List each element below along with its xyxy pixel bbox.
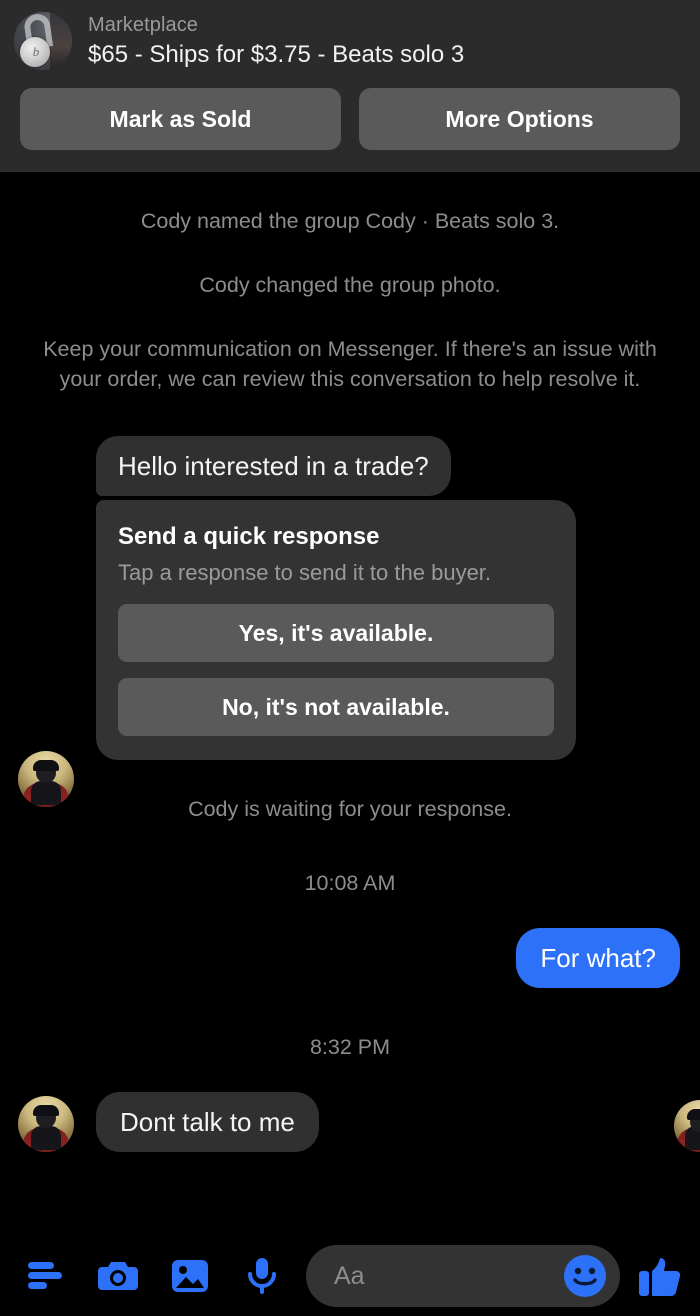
- listing-text-block: Marketplace $65 - Ships for $3.75 - Beat…: [88, 12, 464, 70]
- quick-response-option-no[interactable]: No, it's not available.: [118, 678, 554, 736]
- system-message-group-named: Cody named the group Cody · Beats solo 3…: [140, 209, 560, 233]
- incoming-message-group: Hello interested in a trade? Send a quic…: [0, 436, 700, 807]
- message-input-container[interactable]: [306, 1245, 620, 1307]
- avatar: [18, 1096, 74, 1152]
- incoming-message-row: Dont talk to me: [0, 1092, 700, 1152]
- listing-actions: Mark as Sold More Options: [0, 88, 700, 150]
- system-message-safety-notice: Keep your communication on Messenger. If…: [43, 337, 657, 391]
- message-bubble-outgoing[interactable]: For what?: [516, 928, 680, 988]
- avatar-torso: [31, 1126, 61, 1150]
- outgoing-message-row: For what?: [0, 928, 700, 988]
- avatar-cap: [33, 1105, 59, 1116]
- messenger-screen: You're not connected to 1 member. Cody n…: [0, 0, 700, 1316]
- avatar-cap: [33, 760, 59, 771]
- message-bubble-incoming[interactable]: Dont talk to me: [96, 1092, 319, 1152]
- system-message-group-photo: Cody changed the group photo.: [199, 273, 501, 297]
- more-actions-icon[interactable]: [10, 1244, 82, 1308]
- quick-response-title: Send a quick response: [118, 523, 380, 550]
- listing-photo-thumbnail[interactable]: b: [14, 12, 72, 70]
- timestamp-morning: 10:08 AM: [304, 871, 396, 895]
- marketplace-header: b Marketplace $65 - Ships for $3.75 - Be…: [0, 0, 700, 172]
- conversation-thread[interactable]: You're not connected to 1 member. Cody n…: [0, 0, 700, 1236]
- quick-response-subtitle: Tap a response to send it to the buyer.: [118, 560, 492, 585]
- mark-as-sold-button[interactable]: Mark as Sold: [20, 88, 341, 150]
- beats-logo-icon: b: [32, 44, 40, 59]
- marketplace-label: Marketplace: [88, 14, 199, 36]
- quick-response-option-yes[interactable]: Yes, it's available.: [118, 604, 554, 662]
- message-composer: [0, 1236, 700, 1316]
- avatar-read-receipt: [674, 1100, 700, 1152]
- thumbs-up-icon[interactable]: [628, 1244, 690, 1308]
- emoji-smiley-icon[interactable]: [562, 1253, 608, 1299]
- listing-summary[interactable]: b Marketplace $65 - Ships for $3.75 - Be…: [0, 0, 700, 70]
- avatar-torso: [31, 781, 61, 805]
- listing-photo-shadow: [50, 12, 72, 70]
- timestamp-evening: 8:32 PM: [309, 1035, 391, 1059]
- quick-response-card: Send a quick response Tap a response to …: [96, 500, 576, 760]
- message-input[interactable]: [334, 1261, 562, 1291]
- system-message-waiting: Cody is waiting for your response.: [188, 797, 512, 821]
- camera-icon[interactable]: [82, 1244, 154, 1308]
- microphone-icon[interactable]: [226, 1244, 298, 1308]
- avatar: [18, 751, 74, 807]
- listing-title: $65 - Ships for $3.75 - Beats solo 3: [88, 41, 465, 68]
- message-bubble-incoming[interactable]: Hello interested in a trade?: [96, 436, 451, 496]
- more-options-button[interactable]: More Options: [359, 88, 680, 150]
- avatar-cap: [687, 1109, 700, 1120]
- gallery-icon[interactable]: [154, 1244, 226, 1308]
